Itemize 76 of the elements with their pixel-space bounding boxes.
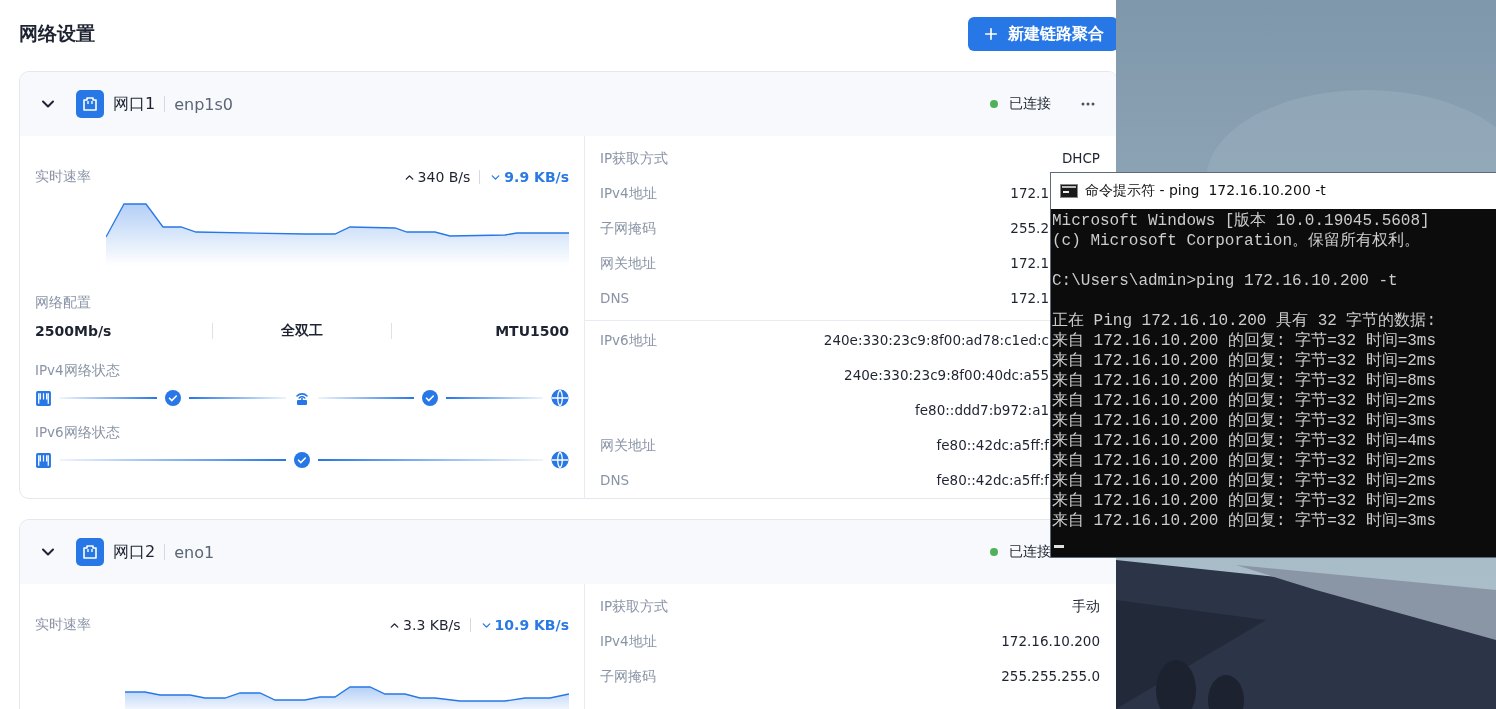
status-text: 已连接: [1009, 95, 1051, 113]
console-line: 来自 172.16.10.200 的回复: 字节=32 时间=2ms: [1052, 491, 1438, 511]
field-label: IP获取方式: [600, 597, 669, 616]
field-value: DHCP: [1061, 149, 1100, 168]
field-value: 172.16.10.200: [1001, 632, 1100, 651]
port-name: 网口2: [113, 541, 156, 563]
field-value: 手动: [1072, 597, 1100, 616]
status-dot: [990, 100, 998, 108]
page-title: 网络设置: [19, 21, 95, 46]
field-label: IP获取方式: [600, 149, 669, 168]
field-label: 网关地址: [600, 254, 656, 273]
check-icon: [293, 452, 310, 468]
globe-icon: [551, 389, 569, 407]
console-line: C:\Users\admin>ping 172.16.10.200 -t: [1052, 271, 1399, 291]
console-icon: [1060, 184, 1078, 198]
console-line: 来自 172.16.10.200 的回复: 字节=32 时间=3ms: [1052, 331, 1438, 351]
field-label: 子网掩码: [600, 667, 656, 686]
check-icon: [164, 390, 181, 406]
text-cursor: [1054, 545, 1064, 548]
field-label: IPv4地址: [600, 632, 657, 651]
download-speed: 10.9 KB/s: [479, 617, 569, 633]
field-value: fe80::ddd7:b972:a1: [915, 401, 1049, 420]
field-label: IPv6地址: [600, 331, 657, 350]
field-value: fe80::42dc:a5ff:f: [936, 436, 1049, 455]
console-line: 正在 Ping 172.16.10.200 具有 32 字节的数据:: [1052, 311, 1438, 331]
upload-speed: 340 B/s: [402, 169, 471, 185]
section-label: IPv6网络状态: [35, 424, 120, 440]
field-value: 172.1: [1010, 254, 1049, 273]
device-name: enp1s0: [174, 94, 234, 114]
ethernet-port-icon: [35, 451, 52, 469]
section-label: 网络配置: [35, 294, 91, 310]
download-speed: 9.9 KB/s: [489, 169, 569, 185]
field-value: 255.255.255.0: [1001, 667, 1100, 686]
check-icon: [422, 390, 439, 406]
field-label: 网关地址: [600, 436, 656, 455]
more-button[interactable]: [1081, 102, 1095, 106]
ethernet-port-icon: [82, 96, 98, 112]
console-line: 来自 172.16.10.200 的回复: 字节=32 时间=2ms: [1052, 471, 1438, 491]
console-line: (c) Microsoft Corporation。保留所有权利。: [1052, 231, 1422, 251]
globe-icon: [551, 451, 569, 469]
field-value: 255.2: [1010, 219, 1049, 238]
section-label: 实时速率: [35, 616, 91, 634]
config-value: MTU1500: [494, 323, 569, 339]
console-line: 来自 172.16.10.200 的回复: 字节=32 时间=2ms: [1052, 351, 1438, 371]
console-line: 来自 172.16.10.200 的回复: 字节=32 时间=3ms: [1052, 411, 1438, 431]
device-name: eno1: [174, 542, 215, 562]
config-value: 2500Mb/s: [35, 323, 113, 339]
field-value: 240e:330:23c9:8f00:40dc:a55: [844, 366, 1049, 385]
field-value: fe80::42dc:a5ff:f: [936, 471, 1049, 490]
console-line: 来自 172.16.10.200 的回复: 字节=32 时间=4ms: [1052, 431, 1438, 451]
more-icon: [1081, 102, 1095, 106]
field-label: IPv4地址: [600, 184, 657, 203]
config-value: 全双工: [280, 322, 324, 340]
section-label: IPv4网络状态: [35, 362, 120, 378]
ethernet-port-icon: [82, 544, 98, 560]
router-icon: [293, 390, 310, 406]
window-title: 命令提示符 - ping 172.16.10.200 -t: [1085, 182, 1326, 200]
field-label: DNS: [600, 289, 630, 308]
console-line: 来自 172.16.10.200 的回复: 字节=32 时间=2ms: [1052, 451, 1438, 471]
console-line: 来自 172.16.10.200 的回复: 字节=32 时间=8ms: [1052, 371, 1438, 391]
ethernet-port-icon: [35, 389, 52, 407]
new-aggregation-button[interactable]: 新建链路聚合: [968, 17, 1118, 51]
console-line: 来自 172.16.10.200 的回复: 字节=32 时间=2ms: [1052, 391, 1438, 411]
upload-speed: 3.3 KB/s: [388, 617, 461, 633]
field-value: 240e:330:23c9:8f00:ad78:c1ed:c: [823, 331, 1049, 350]
section-label: 实时速率: [35, 168, 91, 186]
console-line: 来自 172.16.10.200 的回复: 字节=32 时间=3ms: [1052, 511, 1438, 531]
field-value: 172.1: [1010, 289, 1049, 308]
field-label: DNS: [600, 471, 630, 490]
plus-icon: [982, 25, 1000, 43]
status-text: 已连接: [1009, 543, 1051, 561]
port-name: 网口1: [113, 93, 156, 115]
status-dot: [990, 548, 998, 556]
field-label: 子网掩码: [600, 219, 656, 238]
field-value: 172.1: [1010, 184, 1049, 203]
console-line: Microsoft Windows [版本 10.0.19045.5608]: [1052, 211, 1431, 231]
